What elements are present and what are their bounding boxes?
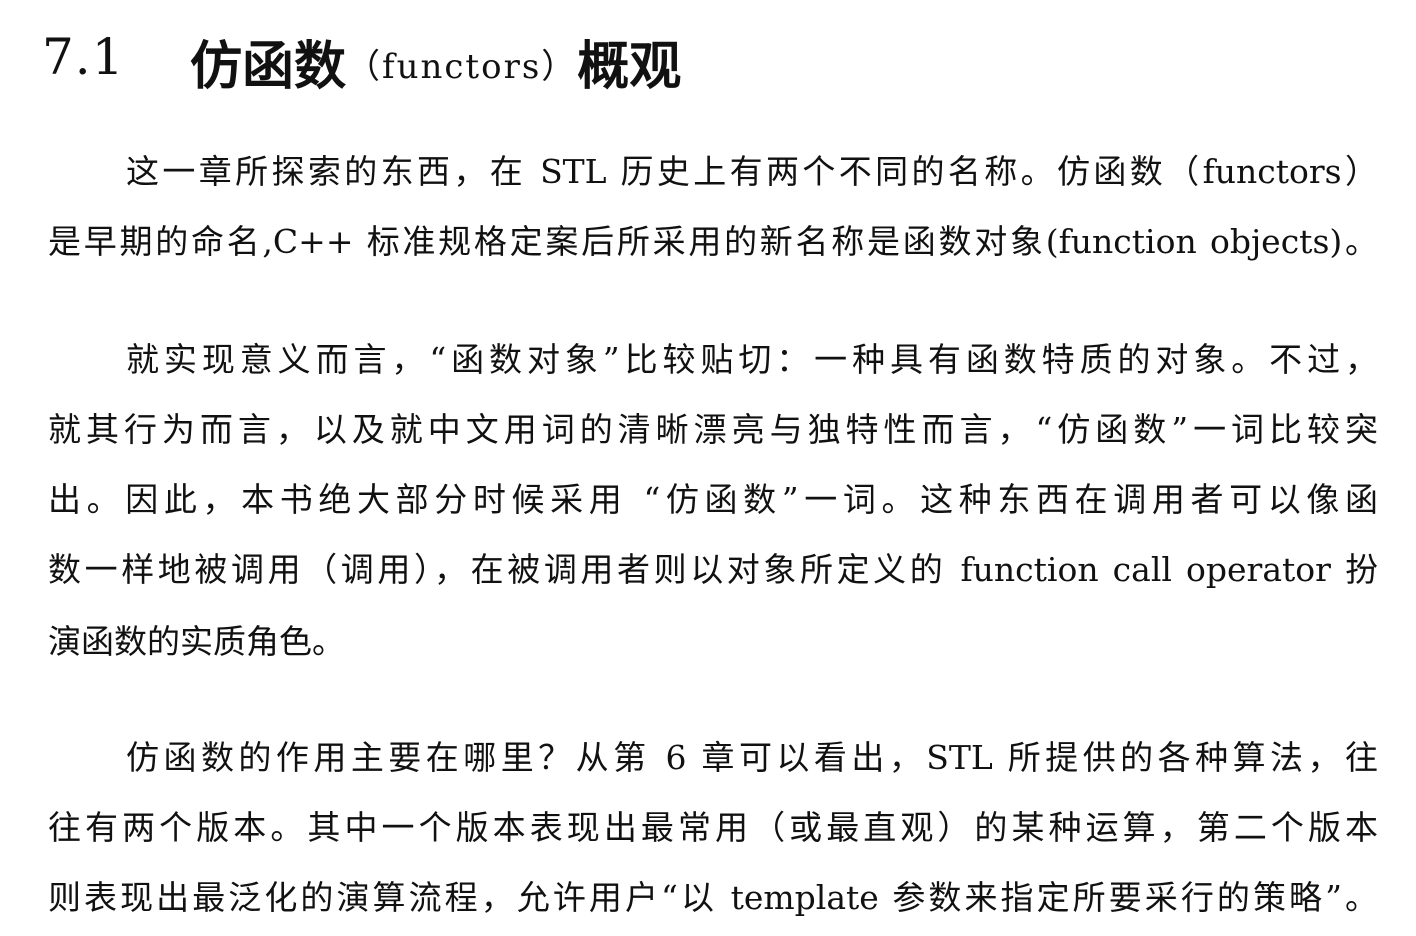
section-title-end: 概观 xyxy=(577,37,682,97)
section-title-main: 仿函数 xyxy=(190,37,347,97)
paragraph-3-line-2: 往有两个版本。其中一个版本表现出最常用（或最直观）的某种运算，第二个版本 xyxy=(48,808,1378,847)
paragraph-2-line-1: 就实现意义而言，“函数对象”比较贴切：一种具有函数特质的对象。不过， xyxy=(126,340,1378,379)
paragraph-2-line-2: 就其行为而言，以及就中文用词的清晰漂亮与独特性而言，“仿函数”一词比较突 xyxy=(48,410,1378,449)
paragraph-2-line-4: 数一样地被调用（调用），在被调用者则以对象所定义的 function call … xyxy=(48,550,1378,589)
paragraph-1-line-1: 这一章所探索的东西，在 STL 历史上有两个不同的名称。仿函数（functors… xyxy=(126,152,1378,191)
paragraph-2-line-5: 演函数的实质角色。 xyxy=(48,622,345,661)
paragraph-3-line-3: 则表现出最泛化的演算流程，允许用户“以 template 参数来指定所要采行的策… xyxy=(48,878,1378,917)
section-title: 仿函数（functors）概观 xyxy=(190,24,681,99)
paragraph-1-line-2: 是早期的命名,C++ 标准规格定案后所采用的新名称是函数对象(function … xyxy=(48,222,1378,261)
document-page: 7.1 仿函数（functors）概观 这一章所探索的东西，在 STL 历史上有… xyxy=(0,0,1416,936)
section-title-paren: （functors） xyxy=(346,47,578,87)
paragraph-3-line-1: 仿函数的作用主要在哪里？从第 6 章可以看出，STL 所提供的各种算法，往 xyxy=(126,738,1378,777)
paragraph-2-line-3: 出。因此，本书绝大部分时候采用 “仿函数”一词。这种东西在调用者可以像函 xyxy=(48,480,1378,519)
section-number: 7.1 xyxy=(42,28,125,86)
